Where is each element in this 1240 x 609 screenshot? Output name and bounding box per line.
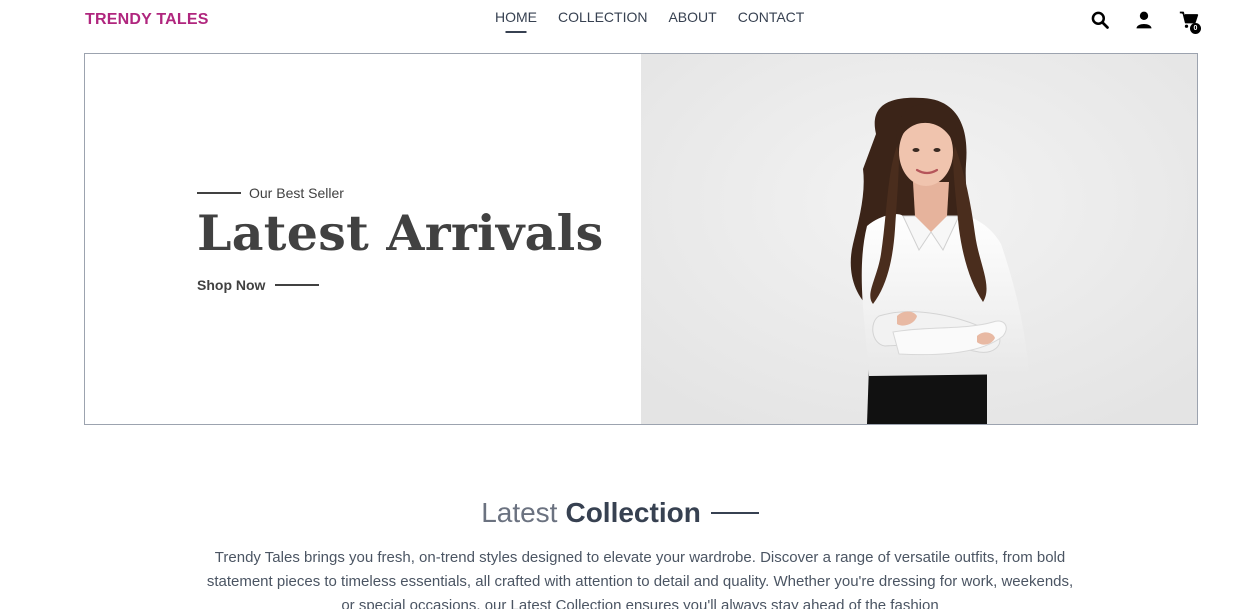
shop-now-button[interactable]: Shop Now [197,277,320,293]
collection-heading: Latest Collection [0,497,1240,529]
hero-banner: Our Best Seller Latest Arrivals Shop Now [84,53,1198,425]
shop-now-label: Shop Now [197,277,266,293]
hero-text-panel: Our Best Seller Latest Arrivals Shop Now [85,54,641,424]
tagline-text: Our Best Seller [249,185,344,201]
nav-collection-label: COLLECTION [558,9,648,25]
collection-title-line [710,512,759,514]
cart-icon[interactable]: 0 [1179,10,1201,34]
collection-title-bold: Collection [565,497,701,528]
cart-count-badge: 0 [1190,23,1201,34]
user-icon[interactable] [1134,10,1156,32]
nav-contact[interactable]: CONTACT [738,9,805,25]
nav-home-label: HOME [495,9,537,25]
search-icon[interactable] [1090,10,1112,32]
header-icons: 0 [1090,10,1210,34]
hero-tagline: Our Best Seller [197,185,344,201]
model-photo [641,54,1197,424]
hero-image [641,54,1197,424]
brand-logo[interactable]: TRENDY TALES [85,11,209,29]
tagline-line [197,192,241,194]
shop-now-line [275,284,320,286]
nav-collection[interactable]: COLLECTION [558,9,647,25]
collection-title-light: Latest [481,497,558,528]
nav-home[interactable]: HOME [495,9,537,33]
nav-about[interactable]: ABOUT [668,9,716,25]
hero-title: Latest Arrivals [197,204,604,262]
active-indicator [505,31,527,33]
nav-contact-label: CONTACT [737,9,805,25]
nav-about-label: ABOUT [668,9,717,25]
main-nav: HOME COLLECTION ABOUT CONTACT [495,9,805,33]
site-header: TRENDY TALES HOME COLLECTION ABOUT CONTA… [0,0,1240,44]
collection-description: Trendy Tales brings you fresh, on-trend … [206,549,1074,609]
